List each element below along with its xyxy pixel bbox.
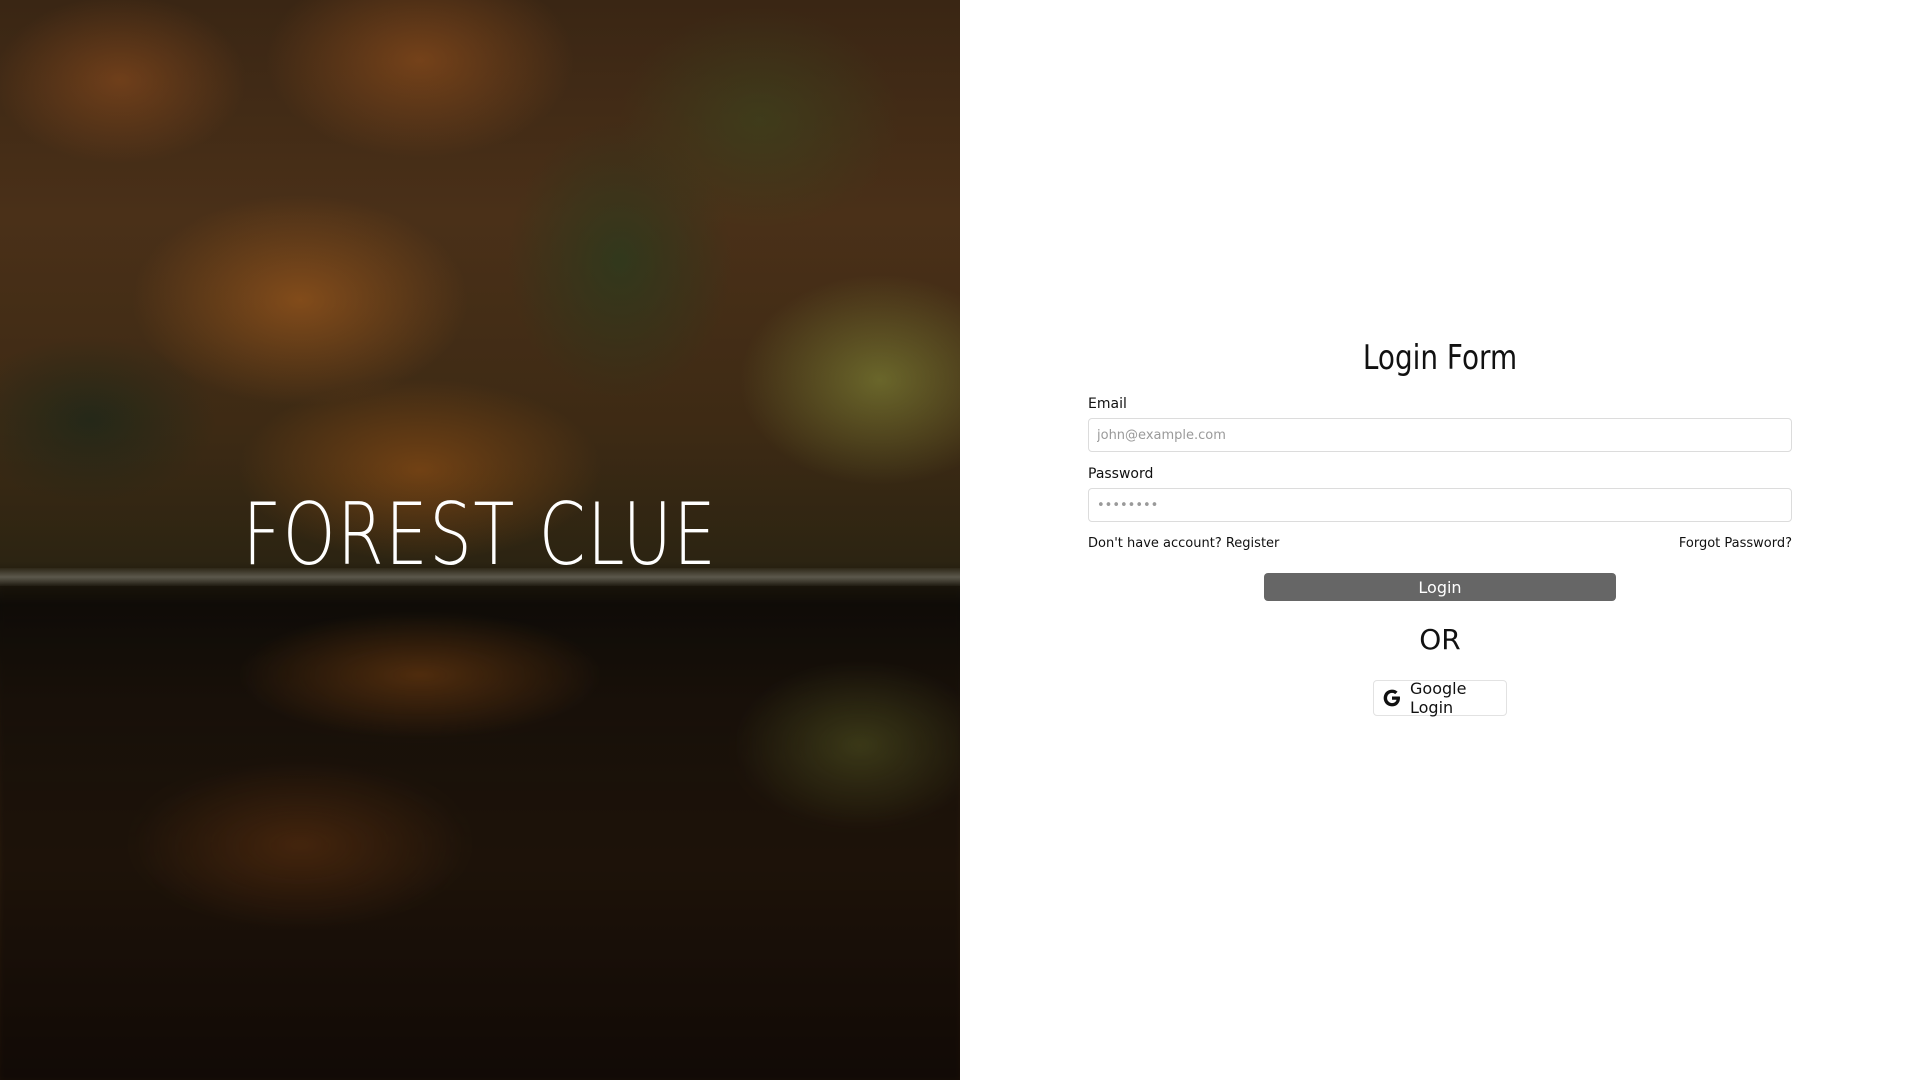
google-login-button[interactable]: Google Login — [1373, 679, 1507, 717]
password-label: Password — [1088, 466, 1154, 482]
google-login-label: Google Login — [1410, 679, 1467, 717]
hero-title: FOREST CLUE — [242, 485, 718, 585]
google-icon — [1382, 688, 1402, 708]
register-link[interactable]: Don't have account? Register — [1088, 536, 1279, 551]
hero-image: FOREST CLUE — [0, 0, 960, 1080]
login-page: FOREST CLUE Login Form Email Password Do… — [0, 0, 1917, 1080]
login-panel: Login Form Email Password Don't have acc… — [960, 0, 1917, 1080]
forgot-password-link[interactable]: Forgot Password? — [1679, 536, 1792, 551]
password-field[interactable] — [1088, 488, 1792, 522]
form-links: Don't have account? Register Forgot Pass… — [1088, 536, 1792, 551]
email-field[interactable] — [1088, 418, 1792, 452]
email-label: Email — [1088, 396, 1127, 412]
lake-reflection — [0, 585, 960, 1080]
login-form: Login Form Email Password Don't have acc… — [1088, 338, 1792, 717]
form-title: Login Form — [1362, 338, 1518, 378]
login-button[interactable]: Login — [1264, 573, 1616, 601]
or-divider: OR — [1419, 623, 1461, 656]
